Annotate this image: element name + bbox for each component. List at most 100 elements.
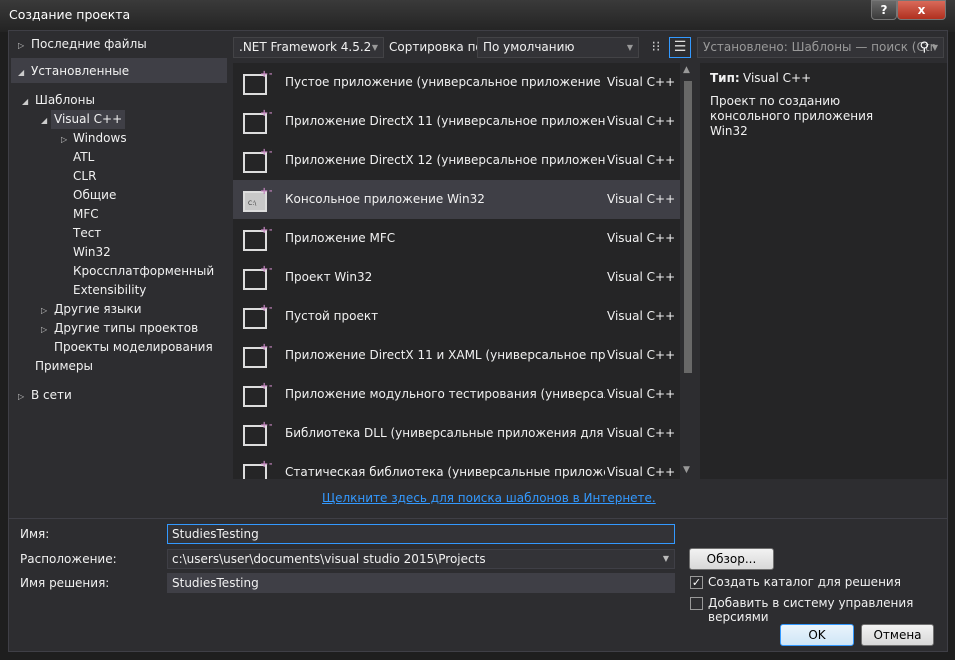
scroll-down-icon[interactable]: ▼: [683, 465, 690, 475]
template-name: Пустое приложение (универсальное приложе…: [285, 75, 605, 89]
scrollbar[interactable]: ▲ ▼: [680, 63, 695, 479]
template-icon: ++C:\: [243, 186, 272, 212]
template-name: Проект Win32: [285, 270, 373, 284]
description: Проект по созданию консольного приложени…: [710, 94, 874, 138]
tree-item-vcpp-children-0[interactable]: Windows: [70, 129, 130, 148]
browse-button[interactable]: Обзор...: [689, 548, 774, 570]
template-name: Статическая библиотека (универсальные пр…: [285, 465, 605, 479]
type-value: Visual C++: [743, 71, 812, 85]
template-icon: ++: [243, 225, 272, 251]
template-language: Visual C++: [607, 348, 676, 362]
template-name: Приложение MFC: [285, 231, 396, 245]
create-dir-label: Создать каталог для решения: [708, 575, 901, 589]
tree-item-vcpp[interactable]: Visual C++: [51, 110, 126, 129]
search-icon: ⚲: [919, 40, 929, 55]
collapse-icon[interactable]: ◢: [22, 97, 28, 106]
template-language: Visual C++: [607, 387, 676, 401]
tree-item-other-types[interactable]: Другие типы проектов: [51, 319, 201, 338]
template-list: ++ Пустое приложение (универсальное прило…: [233, 63, 680, 479]
name-input[interactable]: StudiesTesting: [167, 524, 675, 544]
template-row[interactable]: ++ Пустой проект Visual C++: [233, 297, 680, 336]
scroll-up-icon[interactable]: ▲: [683, 65, 690, 75]
template-icon: ++: [243, 69, 272, 95]
template-name: Консольное приложение Win32: [285, 192, 485, 206]
sort-value: По умолчанию: [483, 40, 575, 54]
list-view-icon[interactable]: ☰: [669, 37, 691, 58]
tree-item-other-langs[interactable]: Другие языки: [51, 300, 145, 319]
sort-select[interactable]: По умолчанию ▼: [477, 37, 639, 58]
template-name: Приложение DirectX 12 (универсальное при…: [285, 153, 605, 167]
tree-item-vcpp-children-4[interactable]: MFC: [70, 205, 102, 224]
tree-item-vcpp-children-6[interactable]: Win32: [70, 243, 114, 262]
template-name: Пустой проект: [285, 309, 379, 323]
svg-text:++: ++: [260, 69, 272, 80]
type-label: Тип:: [710, 71, 740, 85]
tree-item-vcpp-children-2[interactable]: CLR: [70, 167, 99, 186]
template-row[interactable]: ++ Библиотека DLL (универсальные приложен…: [233, 414, 680, 453]
template-row[interactable]: ++ Приложение модульного тестирования (ун…: [233, 375, 680, 414]
framework-select[interactable]: .NET Framework 4.5.2 ▼: [233, 37, 384, 58]
tree-item-vcpp-children-7[interactable]: Кроссплатформенный: [70, 262, 217, 281]
ok-button[interactable]: OK: [780, 624, 854, 646]
svg-text:++: ++: [260, 225, 272, 236]
template-icon: ++: [243, 303, 272, 329]
tree-item-vcpp-children-3[interactable]: Общие: [70, 186, 119, 205]
template-language: Visual C++: [607, 270, 676, 284]
tree-item-installed[interactable]: Установленные: [28, 62, 132, 81]
expand-icon[interactable]: ▷: [41, 325, 47, 334]
template-row[interactable]: ++C:\ Консольное приложение Win32 Visual C…: [233, 180, 680, 219]
tree-item-vcpp-children-1[interactable]: ATL: [70, 148, 97, 167]
template-row[interactable]: ++ Приложение DirectX 12 (универсальное п…: [233, 141, 680, 180]
create-dir-checkbox[interactable]: ✓: [690, 576, 703, 589]
help-button[interactable]: ?: [871, 0, 897, 20]
template-icon: ++: [243, 108, 272, 134]
chevron-down-icon: ▼: [371, 43, 378, 52]
online-search-link[interactable]: Щелкните здесь для поиска шаблонов в Инт…: [322, 491, 656, 505]
svg-text:++: ++: [260, 147, 272, 158]
svg-text:++: ++: [260, 381, 272, 392]
tree-item-templates[interactable]: Шаблоны: [32, 91, 98, 110]
chevron-down-icon: ▼: [626, 43, 633, 52]
template-row[interactable]: ++ Приложение DirectX 11 (универсальное п…: [233, 102, 680, 141]
template-icon: ++: [243, 381, 272, 407]
scroll-thumb[interactable]: [684, 81, 692, 373]
location-input[interactable]: c:\users\user\documents\visual studio 20…: [167, 549, 675, 569]
expand-icon[interactable]: ▷: [41, 306, 47, 315]
cancel-button[interactable]: Отмена: [861, 624, 934, 646]
svg-text:++: ++: [260, 303, 272, 314]
tree-item-recent[interactable]: Последние файлы: [28, 35, 150, 54]
svg-text:++: ++: [260, 420, 272, 431]
template-name: Приложение DirectX 11 (универсальное при…: [285, 114, 605, 128]
expand-icon[interactable]: ▷: [18, 41, 24, 50]
grid-view-icon[interactable]: ⁝⁝: [646, 37, 666, 58]
add-vcs-checkbox[interactable]: [690, 597, 703, 610]
expand-icon[interactable]: ▷: [61, 135, 67, 144]
location-value: c:\users\user\documents\visual studio 20…: [172, 552, 486, 566]
tree-item-vcpp-children-8[interactable]: Extensibility: [70, 281, 149, 300]
template-row[interactable]: ++ Приложение MFC Visual C++: [233, 219, 680, 258]
template-row[interactable]: ++ Статическая библиотека (универсальные …: [233, 453, 680, 479]
tree-item-modeling[interactable]: Проекты моделирования: [51, 338, 216, 357]
collapse-icon[interactable]: ◢: [18, 68, 24, 77]
template-language: Visual C++: [607, 465, 676, 479]
svg-text:++: ++: [260, 186, 272, 197]
solution-input[interactable]: StudiesTesting: [167, 573, 675, 593]
svg-text:++: ++: [260, 108, 272, 119]
template-language: Visual C++: [607, 426, 676, 440]
search-input[interactable]: Установлено: Шаблоны — поиск (Ctr ⚲ ▼: [697, 37, 944, 58]
template-row[interactable]: ++ Проект Win32 Visual C++: [233, 258, 680, 297]
expand-icon[interactable]: ▷: [18, 392, 24, 401]
chevron-down-icon[interactable]: ▼: [663, 550, 669, 568]
template-icon: ++: [243, 264, 272, 290]
collapse-icon[interactable]: ◢: [41, 116, 47, 125]
svg-text:++: ++: [260, 459, 272, 470]
close-button[interactable]: x: [897, 0, 946, 20]
divider: [9, 518, 947, 519]
template-row[interactable]: ++ Пустое приложение (универсальное прило…: [233, 63, 680, 102]
tree-item-online[interactable]: В сети: [28, 386, 75, 405]
tree-item-vcpp-children-5[interactable]: Тест: [70, 224, 104, 243]
template-row[interactable]: ++ Приложение DirectX 11 и XAML (универса…: [233, 336, 680, 375]
template-name: Приложение модульного тестирования (унив…: [285, 387, 605, 401]
tree-item-samples[interactable]: Примеры: [32, 357, 96, 376]
chevron-down-icon: ▼: [931, 43, 938, 52]
